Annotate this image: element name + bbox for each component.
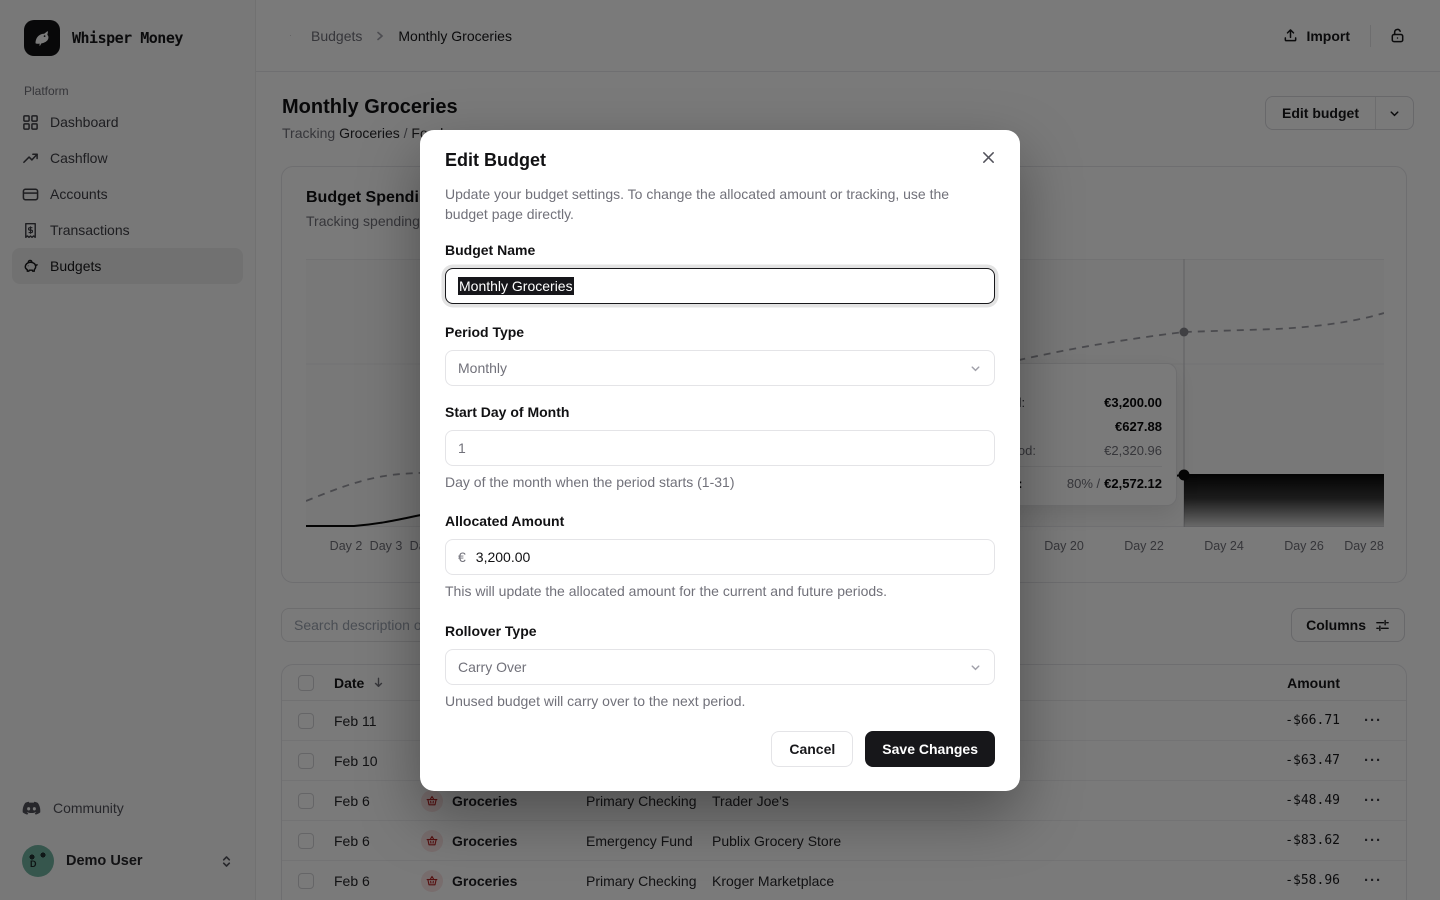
app-root: Whisper Money Platform Dashboard Cashflo… [0,0,1440,900]
close-icon [981,150,996,165]
rollover-type-select[interactable]: Carry Over [445,649,995,685]
modal-footer: Cancel Save Changes [445,731,995,767]
chevron-down-icon [969,362,982,375]
modal-description: Update your budget settings. To change t… [445,184,995,224]
period-type-label: Period Type [445,324,995,344]
start-day-help: Day of the month when the period starts … [445,474,995,492]
start-day-value: 1 [458,440,466,456]
period-type-value: Monthly [458,360,507,376]
period-type-select[interactable]: Monthly [445,350,995,386]
start-day-input[interactable]: 1 [445,430,995,466]
close-button[interactable] [975,144,1002,171]
selected-text: Monthly Groceries [458,277,574,295]
cancel-button[interactable]: Cancel [771,731,853,767]
edit-budget-modal: Edit Budget Update your budget settings.… [420,130,1020,791]
save-changes-button[interactable]: Save Changes [865,731,995,767]
rollover-type-label: Rollover Type [445,623,995,643]
chevron-down-icon [969,661,982,674]
allocated-amount-value: 3,200.00 [476,549,531,565]
rollover-type-value: Carry Over [458,659,526,675]
budget-name-label: Budget Name [445,242,995,262]
budget-name-input[interactable]: Monthly Groceries [445,268,995,304]
start-day-label: Start Day of Month [445,404,995,424]
currency-prefix: € [458,549,466,565]
allocated-amount-label: Allocated Amount [445,513,995,533]
modal-title: Edit Budget [445,150,995,176]
allocated-amount-help: This will update the allocated amount fo… [445,583,995,601]
rollover-help: Unused budget will carry over to the nex… [445,693,995,711]
allocated-amount-input[interactable]: € 3,200.00 [445,539,995,575]
